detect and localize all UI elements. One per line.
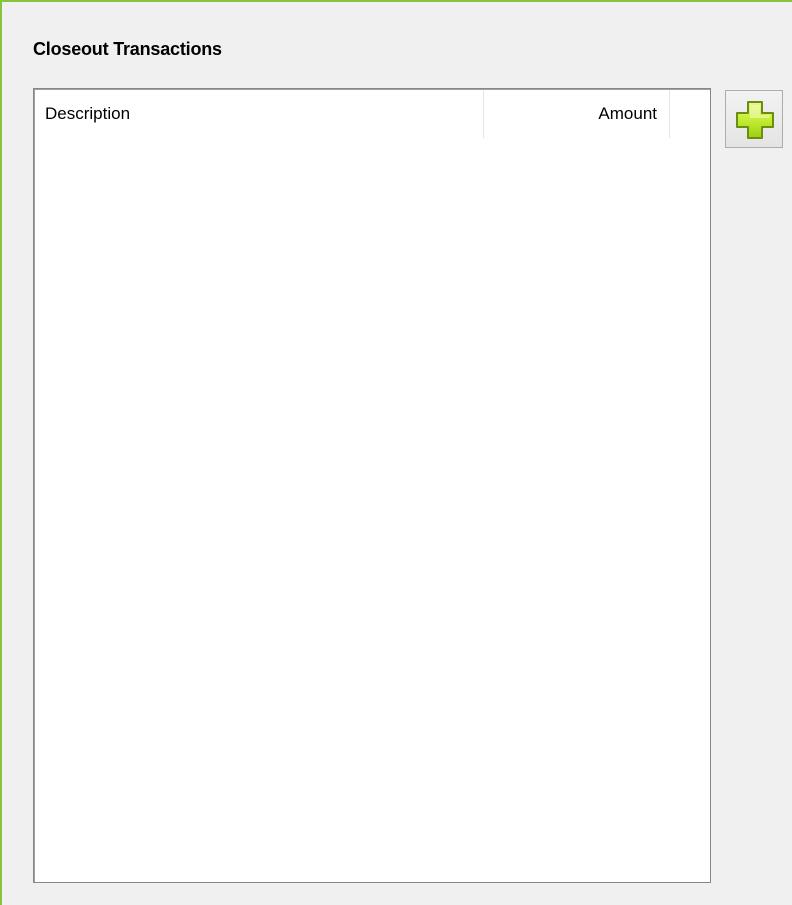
list-body[interactable] xyxy=(35,138,709,881)
column-header-description[interactable]: Description xyxy=(35,90,484,138)
list-header: Description Amount xyxy=(35,90,709,138)
closeout-transactions-list[interactable]: Description Amount xyxy=(33,88,711,883)
plus-icon xyxy=(736,101,774,139)
column-header-amount[interactable]: Amount xyxy=(484,90,670,138)
add-transaction-button[interactable] xyxy=(725,90,783,148)
closeout-panel: Closeout Transactions Description Amount xyxy=(0,0,792,905)
section-title: Closeout Transactions xyxy=(33,39,222,59)
